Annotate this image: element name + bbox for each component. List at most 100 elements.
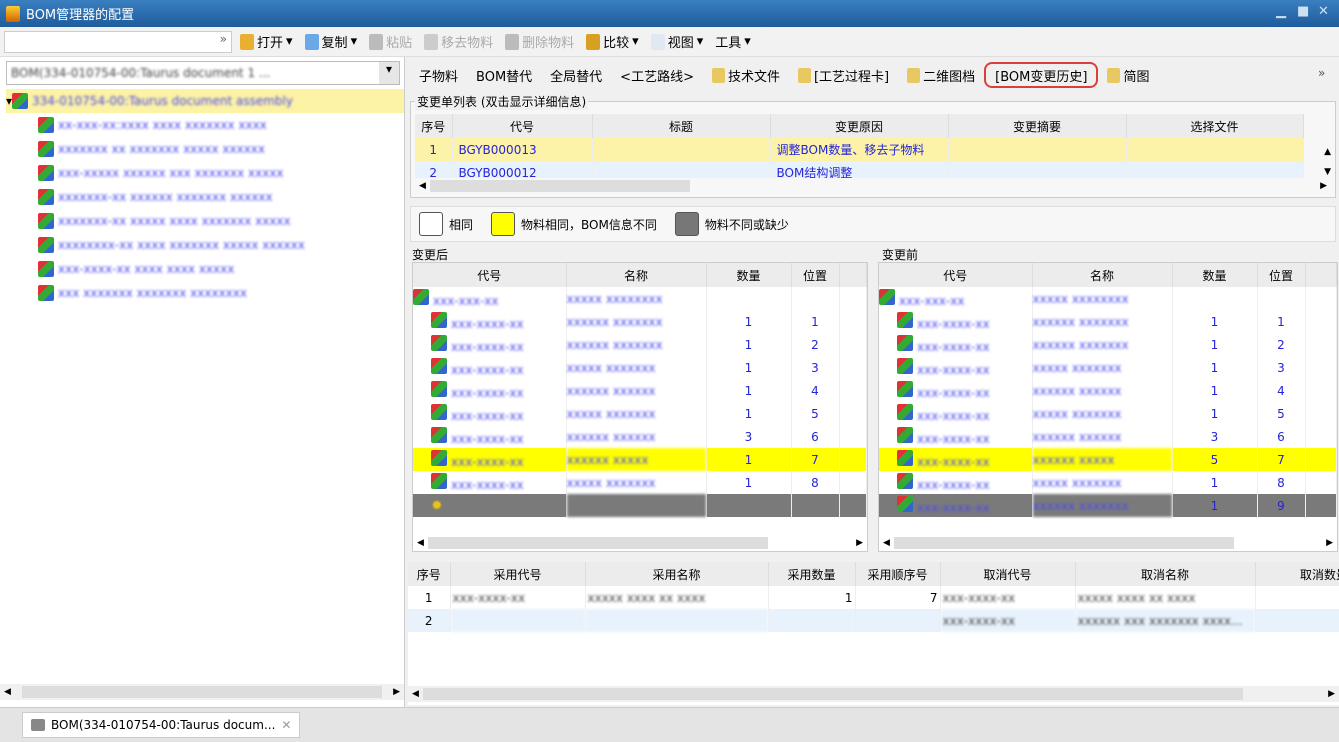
cell: 调整BOM数量、移去子物料 bbox=[770, 138, 949, 161]
bom-row[interactable]: xxx-xxxx-xx xxxxxx xxxxxxx 1 2 bbox=[879, 333, 1337, 356]
quantity-cell: 1 bbox=[706, 448, 792, 471]
remove-material-button[interactable]: 移去物料 bbox=[424, 32, 493, 51]
tree-item[interactable]: xxx-xxxx-xx xxxx xxxx xxxxx bbox=[6, 257, 404, 281]
column-header: 序号 bbox=[415, 114, 453, 138]
tools-button[interactable]: 工具 ▾ bbox=[715, 32, 751, 51]
cell: xxxxxx xxxxxxx bbox=[566, 333, 707, 356]
cell: xxx-xxxx-xx bbox=[879, 333, 1033, 356]
quantity-cell bbox=[706, 494, 792, 517]
after-horizontal-scrollbar[interactable]: ◀ ▶ bbox=[413, 535, 867, 551]
bom-row[interactable]: xxx-xxxx-xx xxxxx xxxxxxx 1 3 bbox=[879, 356, 1337, 379]
tree-item-label: xxxxxxx-xx xxxxxx xxxxxxx xxxxxx bbox=[58, 190, 273, 204]
substitution-horizontal-scrollbar[interactable]: ◀ ▶ bbox=[408, 686, 1339, 702]
bom-row[interactable]: xxx-xxxx-xx xxxxxx xxxxxx 1 4 bbox=[879, 379, 1337, 402]
bom-row[interactable]: xxx-xxxx-xx xxxxx xxxxxxx 1 5 bbox=[879, 402, 1337, 425]
tab-7[interactable]: [BOM变更历史] bbox=[984, 62, 1099, 88]
subst-row[interactable]: 2 xxx-xxxx-xxxxxxxx xxx xxxxxxx xxxx...1 bbox=[408, 609, 1339, 632]
paste-button[interactable]: 粘贴 bbox=[369, 32, 412, 51]
tab-0[interactable]: 子物料 bbox=[410, 62, 467, 88]
cell: xxx-xxx-xx bbox=[413, 287, 567, 310]
bom-row[interactable]: xxx-xxxx-xx xxxxx xxxxxxx 1 8 bbox=[413, 471, 867, 494]
copy-button[interactable]: 复制 ▾ bbox=[304, 32, 357, 51]
bom-row[interactable]: xxx-xxxx-xx xxxxxx xxxxxx 3 6 bbox=[879, 425, 1337, 448]
close-tab-icon[interactable]: ✕ bbox=[281, 718, 291, 732]
part-icon bbox=[431, 312, 447, 328]
tab-1[interactable]: BOM替代 bbox=[467, 62, 541, 88]
before-panel-label: 变更前 bbox=[882, 248, 919, 262]
tree-item[interactable]: xxxxxxx-xx xxxxxx xxxxxxx xxxxxx bbox=[6, 185, 404, 209]
bom-row[interactable]: xxx-xxxx-xx xxxxxx xxxxx 1 7 bbox=[413, 448, 867, 471]
document-tab[interactable]: BOM(334-010754-00:Taurus docum... ✕ bbox=[22, 712, 301, 738]
position-cell: 1 bbox=[791, 310, 840, 333]
cell: xxx-xxxx-xx bbox=[413, 448, 567, 471]
toolbar-overflow-chevron[interactable]: » bbox=[4, 30, 232, 53]
bom-row[interactable]: xxx-xxxx-xx xxxxx xxxxxxx 1 3 bbox=[413, 356, 867, 379]
chevron-down-icon[interactable]: ▾ bbox=[379, 62, 399, 84]
tab-4[interactable]: 技术文件 bbox=[703, 62, 789, 88]
position-cell: 7 bbox=[1257, 448, 1306, 471]
bom-row[interactable]: xxx-xxxx-xx xxxxxx xxxxxxx 1 1 bbox=[879, 310, 1337, 333]
bom-root-row[interactable]: xxx-xxx-xx xxxxx xxxxxxxx bbox=[879, 287, 1337, 310]
tree-item[interactable]: xx-xxx-xx:xxxx xxxx xxxxxxx xxxx bbox=[6, 113, 404, 137]
tree-item[interactable]: xxxxxxx xx xxxxxxx xxxxx xxxxxx bbox=[6, 137, 404, 161]
cell: xxx-xxxx-xx bbox=[413, 471, 567, 494]
tab-5[interactable]: [工艺过程卡] bbox=[789, 62, 898, 88]
cell: xxx-xxxx-xx bbox=[879, 494, 1033, 517]
tab-8[interactable]: 简图 bbox=[1098, 62, 1158, 88]
compare-button[interactable]: 比较 ▾ bbox=[586, 32, 639, 51]
tree-item-label: xxx xxxxxxx xxxxxxx xxxxxxxx bbox=[58, 286, 247, 300]
document-icon bbox=[424, 33, 439, 50]
maximize-icon[interactable]: ■ bbox=[1297, 4, 1309, 19]
cell: xxxxxx xxxxxxx bbox=[566, 310, 707, 333]
cell: xxxxx xxxx xx xxxx bbox=[1075, 586, 1256, 609]
view-button[interactable]: 视图 ▾ bbox=[650, 32, 703, 51]
part-icon bbox=[38, 261, 54, 277]
tree-horizontal-scrollbar[interactable]: ◀ ▶ bbox=[0, 684, 404, 700]
bom-row[interactable]: xxx-xxxx-xx xxxxxx xxxxxxx 1 2 bbox=[413, 333, 867, 356]
change-row[interactable]: 1 BGYB000013 调整BOM数量、移去子物料 bbox=[415, 138, 1304, 161]
quantity-cell: 5 bbox=[1172, 448, 1258, 471]
bom-row[interactable]: ✹ bbox=[413, 494, 867, 517]
cell bbox=[948, 138, 1127, 161]
tree-root[interactable]: ▾ 334-010754-00:Taurus document assembly bbox=[6, 89, 404, 113]
bom-row[interactable]: xxx-xxxx-xx xxxxxx xxxxxx 1 4 bbox=[413, 379, 867, 402]
tabs-overflow-chevron[interactable]: » bbox=[1318, 66, 1325, 80]
cell: xxx-xxxx-xx bbox=[879, 379, 1033, 402]
tab-2[interactable]: 全局替代 bbox=[541, 62, 611, 88]
tab-6[interactable]: 二维图档 bbox=[898, 62, 984, 88]
tree-item[interactable]: xxxxxxx-xx xxxxx xxxx xxxxxxx xxxxx bbox=[6, 209, 404, 233]
tree-item[interactable]: xxx xxxxxxx xxxxxxx xxxxxxxx bbox=[6, 281, 404, 305]
quantity-cell: 1 bbox=[1172, 356, 1258, 379]
bom-row[interactable]: xxx-xxxx-xx xxxxxx xxxxxxx 1 9 bbox=[879, 494, 1337, 517]
cell: xxxxx xxxxxxx bbox=[1032, 356, 1173, 379]
subst-row[interactable]: 1 xxx-xxxx-xx xxxxx xxxx xx xxxx 1 7 xxx-xxxx… bbox=[408, 586, 1339, 609]
delete-material-button[interactable]: 删除物料 bbox=[505, 32, 574, 51]
bom-row[interactable]: xxx-xxxx-xx xxxxxx xxxxxxx 1 1 bbox=[413, 310, 867, 333]
cell: xxxxxx xxxxxx bbox=[566, 379, 707, 402]
close-icon[interactable]: ✕ bbox=[1318, 4, 1329, 19]
change-list-horizontal-scrollbar[interactable]: ◀ ▶ bbox=[415, 178, 1331, 194]
bom-row[interactable]: xxx-xxxx-xx xxxxx xxxxxxx 1 5 bbox=[413, 402, 867, 425]
column-header: 选择文件 bbox=[1126, 114, 1304, 138]
copy-icon bbox=[304, 33, 319, 50]
tab-3[interactable]: <工艺路线> bbox=[611, 62, 703, 88]
open-button[interactable]: 打开 ▾ bbox=[240, 32, 293, 51]
cell: xxxxxx xxxxxx bbox=[1032, 379, 1173, 402]
bom-row[interactable]: xxx-xxxx-xx xxxxxx xxxxxx 3 6 bbox=[413, 425, 867, 448]
tree-item[interactable]: xxx-xxxxx xxxxxx xxx xxxxxxx xxxxx bbox=[6, 161, 404, 185]
quantity-cell: 1 bbox=[1172, 494, 1258, 517]
cell: xxxxxx xxxxx bbox=[1032, 448, 1173, 471]
part-icon bbox=[897, 312, 913, 328]
cell bbox=[855, 609, 941, 632]
before-horizontal-scrollbar[interactable]: ◀ ▶ bbox=[879, 535, 1337, 551]
bom-row[interactable]: xxx-xxxx-xx xxxxxx xxxxx 5 7 bbox=[879, 448, 1337, 471]
part-icon bbox=[897, 496, 913, 512]
minimize-icon[interactable]: ▁ bbox=[1276, 4, 1286, 19]
change-list-vertical-scrollbar[interactable]: ▲ ▼ bbox=[1324, 142, 1331, 182]
tree-item-label: xxxxxxx-xx xxxxx xxxx xxxxxxx xxxxx bbox=[58, 214, 291, 228]
bom-root-row[interactable]: xxx-xxx-xx xxxxx xxxxxxxx bbox=[413, 287, 867, 310]
bom-row[interactable]: xxx-xxxx-xx xxxxx xxxxxxx 1 8 bbox=[879, 471, 1337, 494]
tree-item[interactable]: xxxxxxxx-xx xxxx xxxxxxx xxxxx xxxxxx bbox=[6, 233, 404, 257]
trash-icon bbox=[505, 33, 520, 50]
bom-selector[interactable]: BOM(334-010754-00:Taurus document 1 ... ▾ bbox=[6, 61, 400, 85]
